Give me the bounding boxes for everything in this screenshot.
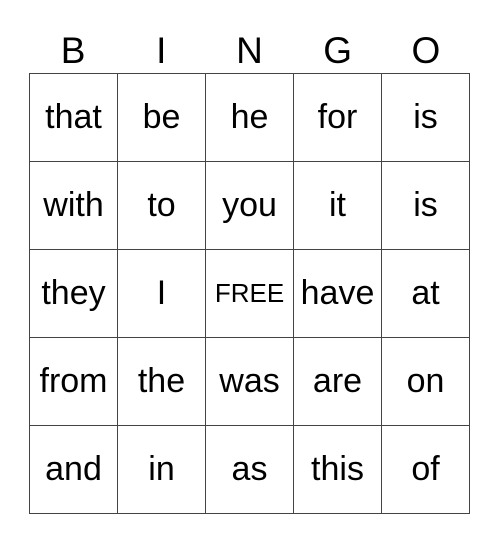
header-letter-o: O: [411, 30, 441, 71]
bingo-header: B I N G O: [29, 30, 471, 72]
bingo-cell: from: [30, 338, 118, 426]
header-letter-b: B: [60, 30, 86, 71]
bingo-cell: with: [30, 162, 118, 250]
bingo-cell: I: [118, 250, 206, 338]
bingo-cell: they: [30, 250, 118, 338]
bingo-cell: to: [118, 162, 206, 250]
bingo-cell: he: [206, 74, 294, 162]
bingo-cell: in: [118, 426, 206, 514]
bingo-cell: is: [382, 162, 470, 250]
bingo-cell: at: [382, 250, 470, 338]
bingo-cell: have: [294, 250, 382, 338]
bingo-grid: that be he for is with to you it is they I FREE have a…: [29, 73, 470, 514]
bingo-cell: on: [382, 338, 470, 426]
bingo-cell: you: [206, 162, 294, 250]
bingo-cell: the: [118, 338, 206, 426]
bingo-cell-free: FREE: [206, 250, 294, 338]
header-letter-g: G: [323, 30, 353, 71]
header-letter-i: I: [156, 30, 167, 71]
header-letter-n: N: [236, 30, 263, 71]
bingo-cell: be: [118, 74, 206, 162]
bingo-cell: and: [30, 426, 118, 514]
bingo-cell: it: [294, 162, 382, 250]
bingo-cell: are: [294, 338, 382, 426]
bingo-cell: this: [294, 426, 382, 514]
bingo-cell: as: [206, 426, 294, 514]
bingo-cell: for: [294, 74, 382, 162]
bingo-cell: of: [382, 426, 470, 514]
bingo-cell: is: [382, 74, 470, 162]
bingo-cell: that: [30, 74, 118, 162]
bingo-cell: was: [206, 338, 294, 426]
